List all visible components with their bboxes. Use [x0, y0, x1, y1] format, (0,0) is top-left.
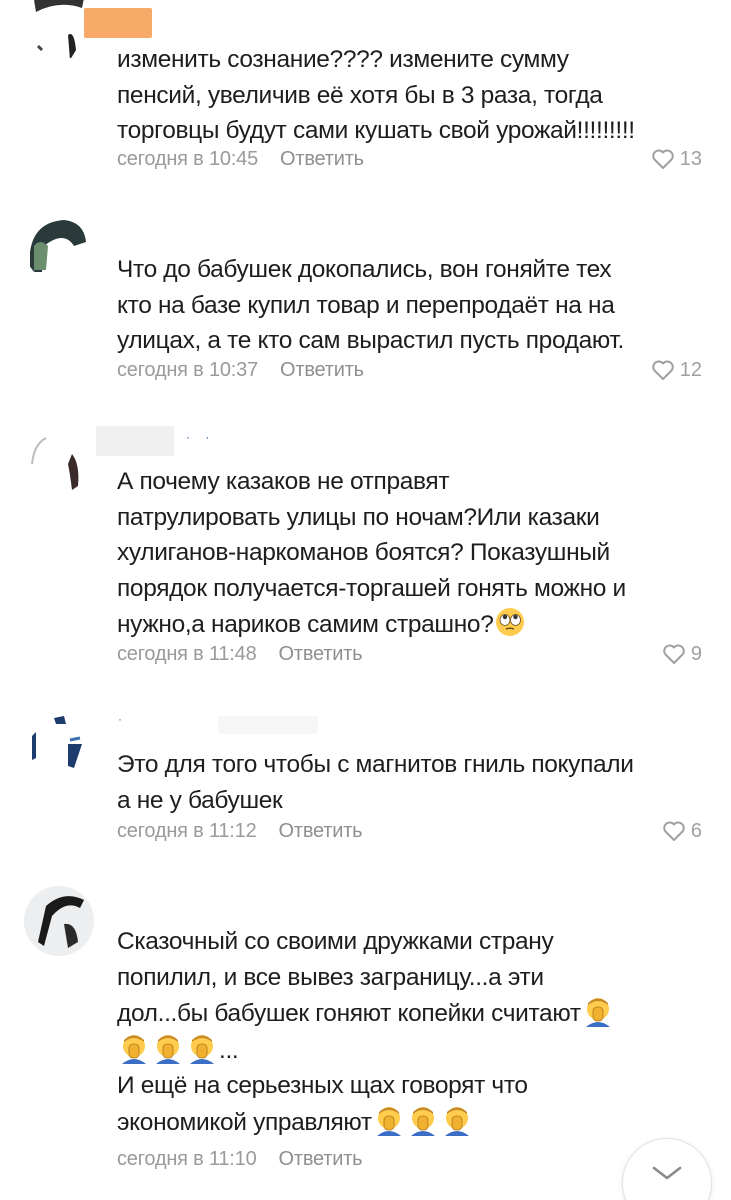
reply-button[interactable]: Ответить [279, 643, 363, 666]
comment-text: Сказочный со своими дружками страну попи… [117, 924, 707, 1140]
facepalm-emoji-icon [407, 1104, 439, 1136]
comment-text: изменить сознание???? измените сумму пен… [117, 46, 635, 144]
facepalm-emoji-icon [373, 1104, 405, 1136]
like-count: 6 [690, 819, 702, 842]
avatar[interactable] [24, 424, 94, 494]
like-count: 12 [679, 358, 702, 381]
facepalm-emoji-icon [152, 1032, 184, 1064]
chevron-down-icon [652, 1166, 682, 1180]
author-name-fragment: · [118, 712, 128, 726]
comment-meta: сегодня в 10:37 Ответить [117, 357, 364, 383]
heart-outline-icon [663, 644, 685, 664]
comment-time: сегодня в 10:45 [117, 147, 258, 170]
comment-meta: сегодня в 11:48 Ответить [117, 641, 363, 667]
heart-outline-icon [652, 149, 674, 169]
comment-time: сегодня в 10:37 [117, 358, 258, 381]
avatar[interactable] [24, 886, 94, 956]
facepalm-emoji-icon [582, 995, 614, 1027]
facepalm-emoji-icon [186, 1032, 218, 1064]
avatar[interactable] [24, 212, 94, 282]
comment-time: сегодня в 11:48 [117, 642, 257, 665]
comment-meta: сегодня в 11:12 Ответить [117, 818, 363, 844]
heart-outline-icon [652, 360, 674, 380]
comment-time: сегодня в 11:10 [117, 1147, 257, 1170]
author-name-redacted[interactable] [218, 716, 318, 734]
avatar[interactable] [24, 710, 94, 780]
reply-button[interactable]: Ответить [279, 820, 363, 843]
comment-text: Это для того чтобы с магнитов гниль поку… [117, 751, 634, 814]
author-name-fragment: · · [186, 430, 216, 444]
facepalm-emoji-icon [441, 1104, 473, 1136]
author-name-redacted[interactable] [84, 8, 152, 38]
like-count: 9 [690, 642, 702, 665]
comment-time: сегодня в 11:12 [117, 819, 257, 842]
reply-button[interactable]: Ответить [280, 359, 364, 382]
comment-meta: сегодня в 11:10 Ответить [117, 1146, 363, 1172]
like-count: 13 [679, 147, 702, 170]
comment-text: Что до бабушек докопались, вон гоняйте т… [117, 256, 624, 354]
comment-meta: сегодня в 10:45 Ответить [117, 146, 364, 172]
reply-button[interactable]: Ответить [280, 148, 364, 171]
facepalm-emoji-icon [118, 1032, 150, 1064]
comment-text: А почему казаков не отправят патрулирова… [117, 468, 626, 638]
rolling-eyes-emoji-icon [494, 606, 526, 636]
comments-feed: изменить сознание???? измените сумму пен… [0, 0, 731, 1200]
like-button[interactable]: 12 [651, 357, 702, 383]
like-button[interactable]: 9 [662, 641, 702, 667]
like-button[interactable]: 13 [651, 146, 702, 172]
like-button[interactable]: 6 [662, 818, 702, 844]
reply-button[interactable]: Ответить [279, 1148, 363, 1171]
scroll-down-button[interactable] [622, 1138, 712, 1200]
heart-outline-icon [663, 821, 685, 841]
author-name-redacted[interactable] [96, 426, 174, 456]
